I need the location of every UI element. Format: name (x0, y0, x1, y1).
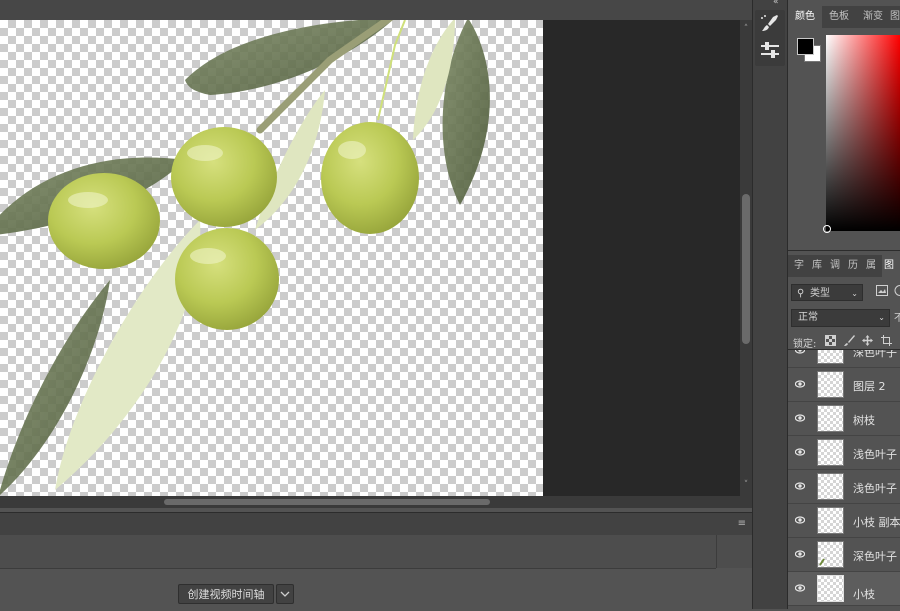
olive-4 (321, 122, 419, 234)
layer-row[interactable]: 深色叶子 (788, 349, 900, 368)
foreground-color-swatch[interactable] (797, 38, 814, 55)
layer-thumbnail (817, 371, 844, 398)
chevron-down-icon: ⌄ (851, 289, 858, 298)
brush-icon[interactable] (757, 14, 787, 38)
layers-panel-tabs: 字 库 调 历 属 图层 (788, 255, 900, 277)
panel-menu-icon[interactable]: ≡ (738, 518, 746, 529)
lock-transparency-icon[interactable] (825, 335, 836, 349)
layer-name: 浅色叶子 副 (853, 448, 900, 461)
layer-thumbnail (817, 350, 844, 364)
color-picker-field[interactable] (823, 35, 900, 233)
layer-name: 深色叶子 副 (853, 550, 900, 563)
olive-highlight-2 (187, 145, 223, 161)
adjust-sliders-icon[interactable] (757, 40, 787, 64)
layer-name: 浅色叶子 (853, 482, 897, 495)
eye-icon[interactable] (795, 515, 805, 525)
lock-pixels-brush-icon[interactable] (844, 335, 855, 349)
tab-history[interactable]: 历 (846, 255, 860, 277)
layer-thumbnail (817, 439, 844, 466)
eye-icon[interactable] (795, 447, 805, 457)
lock-row: 锁定: (793, 335, 892, 350)
tab-color[interactable]: 颜色 (788, 6, 822, 28)
olive-branch-artwork (0, 20, 490, 495)
olive-highlight-1 (68, 192, 108, 208)
eye-icon[interactable] (795, 413, 805, 423)
tab-libraries[interactable]: 库 (810, 255, 824, 277)
eye-icon[interactable] (795, 583, 805, 593)
eye-icon[interactable] (795, 481, 805, 491)
eye-icon[interactable] (795, 549, 805, 559)
tool-strip: « (752, 0, 788, 609)
layer-row[interactable]: 树枝 (788, 402, 900, 436)
layer-filter-select[interactable]: ⚲ 类型 ⌄ (791, 284, 863, 301)
layer-name: 深色叶子 (853, 349, 897, 359)
vertical-scroll-thumb[interactable] (742, 194, 750, 344)
tab-layers[interactable]: 图层 (882, 255, 900, 277)
document-tab-strip (0, 0, 752, 21)
layer-name: 小枝 (853, 588, 875, 601)
layer-row[interactable]: 小枝 副本 (788, 504, 900, 538)
timeline-body (0, 569, 752, 609)
layer-list[interactable]: 深色叶子 图层 2 树枝 浅色叶子 副 浅色叶子 小枝 副本 (788, 349, 900, 611)
layer-name: 图层 2 (853, 380, 886, 393)
scroll-down-arrow-icon[interactable]: ˅ (740, 480, 752, 490)
olive-highlight-4 (338, 141, 366, 159)
lock-artboard-icon[interactable] (881, 335, 892, 349)
filter-type-label: 类型 (810, 288, 830, 299)
layer-thumbnail (817, 575, 844, 602)
layer-thumbnail (817, 507, 844, 534)
blend-mode-value: 正常 (798, 312, 818, 323)
tab-swatches[interactable]: 色板 (822, 6, 856, 28)
olive-2 (171, 127, 277, 227)
scroll-up-arrow-icon[interactable]: ˄ (740, 24, 752, 34)
opacity-label: 不 (894, 313, 900, 324)
layer-row[interactable]: 小枝 (788, 572, 900, 606)
vertical-scrollbar[interactable]: ˄ ˅ (740, 20, 752, 496)
collapse-panels-icon[interactable]: « (773, 0, 779, 7)
adjustment-filter-icon[interactable] (894, 285, 900, 299)
tool-group (755, 10, 785, 66)
timeline-track-row (0, 535, 716, 569)
eye-icon[interactable] (795, 349, 805, 355)
canvas-pasteboard[interactable] (0, 20, 740, 496)
tab-properties[interactable]: 属 (864, 255, 878, 277)
layers-panel: 字 库 调 历 属 图层 ⚲ 类型 ⌄ 正常 ⌄ 不 锁定: (788, 250, 900, 610)
olive-1 (48, 173, 160, 269)
layer-row[interactable]: 浅色叶子 (788, 470, 900, 504)
layer-row[interactable]: 深色叶子 副 (788, 538, 900, 572)
layer-thumbnail (817, 473, 844, 500)
color-picker-cursor[interactable] (823, 225, 831, 233)
dark-leaf-top (185, 20, 393, 95)
lock-position-move-icon[interactable] (862, 335, 873, 349)
timeline-track-end (716, 535, 753, 568)
layer-thumbnail (817, 541, 844, 568)
create-video-timeline-button[interactable]: 创建视频时间轴 (178, 584, 274, 604)
tab-gradients[interactable]: 渐变 (856, 6, 890, 28)
layer-name: 小枝 副本 (853, 516, 900, 529)
olive-3 (175, 228, 279, 330)
blend-mode-select[interactable]: 正常 ⌄ (791, 309, 890, 327)
olive-highlight-3 (190, 248, 226, 264)
horizontal-scrollbar[interactable] (0, 496, 752, 508)
chevron-down-icon[interactable] (276, 584, 294, 604)
search-icon: ⚲ (797, 288, 805, 299)
layer-row[interactable]: 浅色叶子 副 (788, 436, 900, 470)
tab-adjustments[interactable]: 调 (828, 255, 842, 277)
horizontal-scroll-thumb[interactable] (164, 499, 490, 505)
eye-icon[interactable] (795, 379, 805, 389)
tab-patterns[interactable]: 图 (890, 6, 900, 28)
layer-thumbnail (817, 405, 844, 432)
layer-row[interactable]: 图层 2 (788, 368, 900, 402)
layer-name: 树枝 (853, 414, 875, 427)
tab-character[interactable]: 字 (792, 255, 806, 277)
image-filter-icon[interactable] (876, 285, 888, 299)
timeline-panel-header: ≡ (0, 512, 752, 535)
chevron-down-icon: ⌄ (878, 313, 885, 322)
twig (377, 20, 406, 121)
color-panel: 颜色 色板 渐变 图 (788, 0, 900, 250)
color-panel-tabs: 颜色 色板 渐变 图 (788, 6, 900, 28)
document-canvas[interactable] (0, 20, 543, 496)
